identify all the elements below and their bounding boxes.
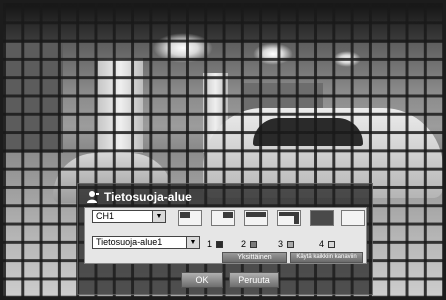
shape-right-band-icon [294, 212, 299, 224]
area-shape-full-button[interactable] [310, 210, 334, 226]
area-shape-clear-button[interactable] [341, 210, 365, 226]
ok-button[interactable]: OK [181, 272, 223, 288]
channel-select-value: CH1 [96, 211, 115, 221]
privacy-area-select[interactable]: Tietosuoja-alue1 ▼ [92, 236, 200, 249]
area-2-color-swatch[interactable] [250, 241, 257, 248]
chevron-down-icon[interactable]: ▼ [186, 237, 199, 248]
area-shape-top-left-button[interactable] [178, 210, 202, 226]
shape-top-band-icon [246, 212, 266, 217]
area-shape-top-right-button[interactable] [211, 210, 235, 226]
chevron-down-icon[interactable]: ▼ [152, 211, 165, 222]
apply-all-channels-button[interactable]: Käytä kaikkiin kanaviin [290, 252, 363, 263]
user-icon [87, 191, 99, 203]
area-3-label: 3 [278, 239, 284, 249]
single-button[interactable]: Yksittäinen [222, 252, 287, 263]
cancel-button[interactable]: Peruuta [229, 272, 279, 288]
area-4-color-swatch[interactable] [328, 241, 335, 248]
area-shape-bottom-left-button[interactable] [244, 210, 268, 226]
dialog-header: Tietosuoja-alue [86, 188, 192, 206]
privacy-area-dialog: Tietosuoja-alue CH1 ▼ Tietosuoja-alue1 ▼… [77, 183, 373, 295]
shape-top-right-icon [223, 212, 233, 218]
area-3-color-swatch[interactable] [287, 241, 294, 248]
privacy-area-select-value: Tietosuoja-alue1 [96, 237, 163, 247]
dialog-title: Tietosuoja-alue [104, 190, 192, 204]
channel-select[interactable]: CH1 ▼ [92, 210, 166, 223]
settings-panel: CH1 ▼ Tietosuoja-alue1 ▼ 1 2 3 4 Yksittä… [84, 207, 367, 264]
camera-view-screen: Tietosuoja-alue CH1 ▼ Tietosuoja-alue1 ▼… [0, 0, 446, 300]
area-shape-bottom-right-button[interactable] [277, 210, 301, 226]
area-2-label: 2 [241, 239, 247, 249]
area-1-color-swatch[interactable] [216, 241, 223, 248]
area-4-label: 4 [319, 239, 325, 249]
area-1-label: 1 [207, 239, 213, 249]
shape-top-left-icon [180, 212, 190, 218]
